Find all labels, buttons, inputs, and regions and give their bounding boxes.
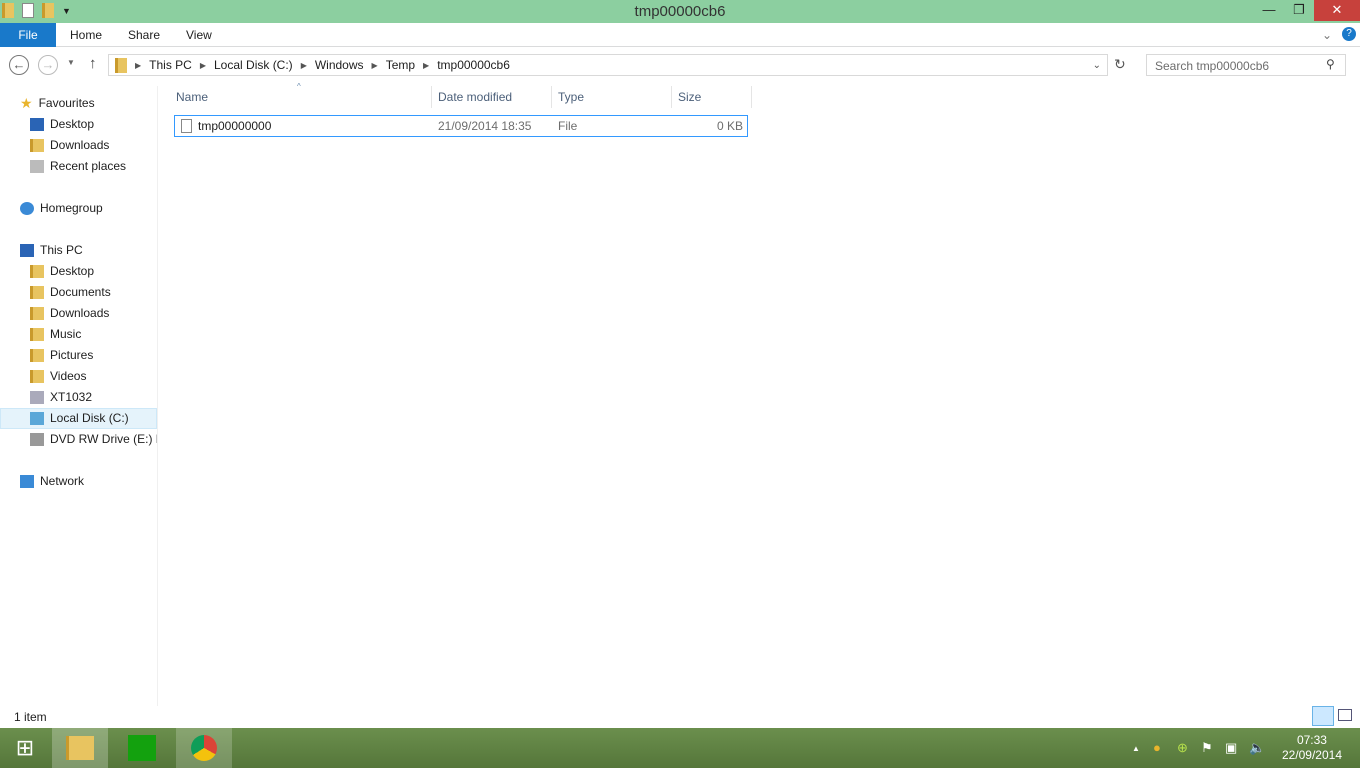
forward-button[interactable]: →: [38, 55, 58, 75]
folder-icon: [30, 286, 44, 299]
sidebar-item-xt1032[interactable]: XT1032: [0, 387, 157, 408]
details-view-button[interactable]: [1312, 706, 1334, 726]
recent-places-icon: [30, 160, 44, 173]
folder-icon: [30, 328, 44, 341]
volume-icon[interactable]: 🔈: [1249, 740, 1265, 756]
network-tray-icon[interactable]: ▣: [1225, 740, 1237, 756]
sidebar-item-downloads-pc[interactable]: Downloads: [0, 303, 157, 324]
expand-ribbon-icon[interactable]: ⌄: [1322, 23, 1332, 47]
file-name: tmp00000000: [198, 119, 272, 133]
status-item-count: 1 item: [14, 710, 47, 724]
homegroup-icon: [20, 202, 34, 215]
column-size[interactable]: Size: [672, 86, 752, 108]
file-size: 0 KB: [716, 119, 743, 133]
file-icon: [181, 119, 192, 133]
sidebar-item-music[interactable]: Music: [0, 324, 157, 345]
ribbon: File Home Share View ⌄ ?: [0, 23, 1360, 47]
tab-home[interactable]: Home: [70, 23, 102, 47]
taskbar: ⊞ ▲ ● ⊕ ⚑ ▣ 🔈 07:33 22/09/2014: [0, 728, 1360, 768]
folder-icon: [30, 370, 44, 383]
breadcrumb-windows[interactable]: Windows: [315, 58, 364, 72]
clock[interactable]: 07:33 22/09/2014: [1282, 733, 1342, 763]
recent-locations-icon[interactable]: ▼: [67, 58, 75, 67]
breadcrumb-local-disk[interactable]: Local Disk (C:): [214, 58, 293, 72]
column-date-modified[interactable]: Date modified: [432, 86, 552, 108]
column-headers: Name Date modified Type Size: [170, 86, 752, 108]
tab-file[interactable]: File: [0, 23, 56, 47]
sidebar-homegroup[interactable]: Homegroup: [0, 198, 157, 219]
taskbar-file-explorer[interactable]: [52, 728, 108, 768]
sidebar-item-documents[interactable]: Documents: [0, 282, 157, 303]
computer-icon: [20, 244, 34, 257]
file-row[interactable]: tmp00000000 21/09/2014 18:35 File 0 KB: [174, 115, 748, 137]
downloads-icon: [30, 139, 44, 152]
sidebar-item-pictures[interactable]: Pictures: [0, 345, 157, 366]
star-icon: ★: [20, 95, 33, 111]
help-icon[interactable]: ?: [1342, 27, 1356, 41]
sidebar-this-pc[interactable]: This PC: [0, 240, 157, 261]
folder-icon: [115, 57, 127, 73]
search-input[interactable]: Search tmp00000cb6: [1146, 54, 1346, 76]
sidebar-item-desktop[interactable]: Desktop: [0, 114, 157, 135]
show-hidden-icons[interactable]: ▲: [1132, 744, 1140, 753]
dvd-drive-icon: [30, 433, 44, 446]
column-type[interactable]: Type: [552, 86, 672, 108]
sidebar-item-desktop-pc[interactable]: Desktop: [0, 261, 157, 282]
large-icons-view-button[interactable]: [1338, 709, 1352, 721]
drive-icon: [30, 412, 44, 425]
back-button[interactable]: ←: [9, 55, 29, 75]
network-icon: [20, 475, 34, 488]
chrome-icon: [191, 735, 217, 761]
navigation-pane: ★ Favourites Desktop Downloads Recent pla…: [0, 86, 158, 706]
start-button[interactable]: ⊞: [0, 728, 50, 768]
close-button[interactable]: ✕: [1314, 0, 1360, 21]
up-button[interactable]: ↑: [89, 55, 97, 72]
file-explorer-icon: [66, 736, 94, 760]
desktop-icon: [30, 118, 44, 131]
sidebar-item-recent-places[interactable]: Recent places: [0, 156, 157, 177]
search-icon[interactable]: ⚲: [1326, 57, 1335, 71]
breadcrumb-current[interactable]: tmp00000cb6: [437, 58, 510, 72]
file-date: 21/09/2014 18:35: [438, 119, 532, 133]
sidebar-item-local-disk[interactable]: Local Disk (C:): [0, 408, 157, 429]
action-center-flag-icon[interactable]: ⚑: [1201, 740, 1213, 756]
title-bar: ▼ tmp00000cb6 — ❐ ✕: [0, 0, 1360, 23]
address-bar[interactable]: ▶ This PC ▶ Local Disk (C:) ▶ Windows ▶ Temp…: [108, 54, 1108, 76]
breadcrumb-this-pc[interactable]: This PC: [149, 58, 192, 72]
minimize-button[interactable]: —: [1254, 0, 1284, 21]
column-name[interactable]: Name: [170, 86, 432, 108]
sidebar-item-downloads[interactable]: Downloads: [0, 135, 157, 156]
folder-icon: [30, 307, 44, 320]
window-title: tmp00000cb6: [634, 3, 726, 20]
tray-app-icon[interactable]: ●: [1153, 740, 1161, 755]
sidebar-favourites[interactable]: ★ Favourites: [20, 93, 157, 114]
folder-icon: [30, 265, 44, 278]
taskbar-chrome[interactable]: [176, 728, 232, 768]
address-dropdown-icon[interactable]: ⌄: [1093, 60, 1101, 71]
tray-add-icon[interactable]: ⊕: [1177, 740, 1188, 756]
refresh-button[interactable]: ↻: [1114, 56, 1126, 73]
tab-share[interactable]: Share: [128, 23, 160, 47]
sidebar-item-dvd-drive[interactable]: DVD RW Drive (E:) H: [0, 429, 157, 450]
folder-icon: [30, 349, 44, 362]
file-type: File: [558, 119, 578, 133]
sidebar-item-videos[interactable]: Videos: [0, 366, 157, 387]
phone-icon: [30, 391, 44, 404]
tab-view[interactable]: View: [186, 23, 212, 47]
sidebar-network[interactable]: Network: [0, 471, 157, 492]
breadcrumb-temp[interactable]: Temp: [386, 58, 415, 72]
taskbar-store[interactable]: [114, 728, 170, 768]
store-icon: [128, 735, 156, 761]
restore-button[interactable]: ❐: [1284, 0, 1314, 21]
